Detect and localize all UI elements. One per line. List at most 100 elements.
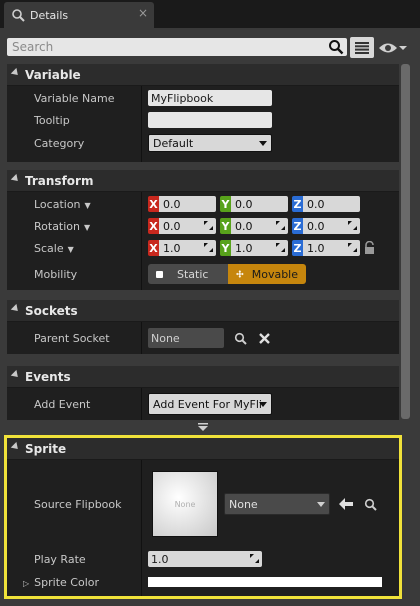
tab-bar: Details × <box>0 0 420 28</box>
axis-y-tag: Y <box>220 218 231 234</box>
static-icon <box>156 270 163 278</box>
category-sprite: Sprite Source Flipbook None None Play Ra… <box>4 435 402 599</box>
dropdown-arrow-icon <box>317 502 325 507</box>
category-header-sprite[interactable]: Sprite <box>7 438 399 460</box>
mobility-toggle: Static Movable <box>148 264 306 284</box>
category-title: Sockets <box>25 303 78 318</box>
parent-socket-field[interactable]: None <box>148 328 224 348</box>
tab-title: Details <box>30 8 69 22</box>
category-events: Events Add Event Add Event For MyFli <box>7 366 399 420</box>
category-transform: Transform Location ▼ X 0.0 Y 0.0 Z 0.0 Rotat… <box>7 170 399 290</box>
row-parent-socket: Parent Socket None <box>7 322 399 354</box>
tooltip-label: Tooltip <box>34 113 70 127</box>
axis-x-tag: X <box>148 240 159 256</box>
location-z-field[interactable]: 0.0 <box>303 196 360 212</box>
expand-arrow-icon: ▷ <box>23 578 30 588</box>
dropdown-arrow-icon <box>259 141 267 146</box>
category-dropdown[interactable]: Default <box>148 134 272 152</box>
details-panel: Variable Variable Name MyFlipbook Toolti… <box>0 28 420 606</box>
spin-icon <box>204 221 213 230</box>
search-box[interactable] <box>7 38 347 56</box>
add-event-value: Add Event For MyFli <box>153 397 262 411</box>
scale-label[interactable]: Scale ▼ <box>34 242 74 255</box>
location-label[interactable]: Location ▼ <box>34 198 91 211</box>
axis-z-tag: Z <box>292 240 303 256</box>
search-input[interactable] <box>7 38 317 56</box>
variable-name-label: Variable Name <box>34 91 115 105</box>
scale-y-field[interactable]: 1.0 <box>231 240 288 256</box>
scrollbar-thumb[interactable] <box>401 64 410 419</box>
row-location: Location ▼ X 0.0 Y 0.0 Z 0.0 <box>7 193 399 215</box>
property-matrix-button[interactable] <box>350 37 374 58</box>
row-sprite-color: ▷ Sprite Color <box>7 570 399 594</box>
rotation-z-field[interactable]: 0.0 <box>303 218 360 234</box>
mobility-movable-option[interactable]: Movable <box>228 264 306 284</box>
tooltip-field[interactable] <box>148 112 272 128</box>
category-header-sockets[interactable]: Sockets <box>7 300 399 322</box>
row-variable-name: Variable Name MyFlipbook <box>7 87 399 109</box>
play-rate-field[interactable]: 1.0 <box>148 551 262 567</box>
rotation-label[interactable]: Rotation ▼ <box>34 220 90 233</box>
row-tooltip: Tooltip <box>7 109 399 131</box>
add-event-label: Add Event <box>34 397 91 411</box>
variable-name-field[interactable]: MyFlipbook <box>148 90 272 106</box>
row-source-flipbook: Source Flipbook None None <box>7 460 399 548</box>
category-header-variable[interactable]: Variable <box>7 64 399 86</box>
category-title: Variable <box>25 67 81 82</box>
collapse-arrow-icon <box>10 303 21 314</box>
category-label: Category <box>34 136 85 150</box>
flipbook-thumbnail[interactable]: None <box>152 471 218 537</box>
source-flipbook-value: None <box>229 497 258 511</box>
axis-x-tag: X <box>148 218 159 234</box>
axis-z-tag: Z <box>292 196 303 212</box>
axis-x-tag: X <box>148 196 159 212</box>
category-sockets: Sockets Parent Socket None <box>7 300 399 354</box>
clear-icon[interactable] <box>256 330 272 346</box>
category-header-events[interactable]: Events <box>7 366 399 388</box>
rotation-x-field[interactable]: 0.0 <box>159 218 216 234</box>
axis-z-tag: Z <box>292 218 303 234</box>
expand-down-icon <box>198 422 208 431</box>
browse-search-icon[interactable] <box>362 496 378 512</box>
collapse-arrow-icon <box>10 67 21 78</box>
scale-x-field[interactable]: 1.0 <box>159 240 216 256</box>
dropdown-arrow-icon <box>259 402 267 407</box>
axis-y-tag: Y <box>220 196 231 212</box>
category-header-transform[interactable]: Transform <box>7 170 399 192</box>
mobility-label: Mobility <box>34 267 78 281</box>
close-icon[interactable]: × <box>138 6 148 20</box>
lock-icon[interactable] <box>364 241 376 255</box>
row-mobility: Mobility Static Movable <box>7 259 399 289</box>
collapse-arrow-icon <box>10 173 21 184</box>
sprite-color-swatch[interactable] <box>148 577 382 587</box>
tab-details[interactable]: Details × <box>4 2 154 28</box>
parent-socket-label: Parent Socket <box>34 331 110 345</box>
play-rate-label: Play Rate <box>34 552 86 566</box>
collapse-arrow-icon <box>10 441 21 452</box>
properties-list: Variable Variable Name MyFlipbook Toolti… <box>4 64 402 599</box>
view-options-button[interactable] <box>378 39 412 57</box>
row-scale: Scale ▼ X 1.0 Y 1.0 Z 1.0 <box>7 237 399 259</box>
rotation-y-field[interactable]: 0.0 <box>231 218 288 234</box>
source-flipbook-label: Source Flipbook <box>34 497 122 511</box>
source-flipbook-dropdown[interactable]: None <box>224 493 330 515</box>
scale-z-field[interactable]: 1.0 <box>303 240 360 256</box>
chevron-down-icon <box>399 46 407 50</box>
scrollbar[interactable] <box>401 64 410 419</box>
category-title: Transform <box>25 173 94 188</box>
spin-icon <box>276 221 285 230</box>
advanced-expand-arrow[interactable] <box>7 420 399 434</box>
use-selected-arrow-icon[interactable] <box>338 496 354 512</box>
sprite-color-label[interactable]: ▷ Sprite Color <box>23 576 99 589</box>
add-event-dropdown[interactable]: Add Event For MyFli <box>148 393 272 415</box>
move-icon <box>236 270 244 278</box>
mobility-static-option[interactable]: Static <box>148 264 228 284</box>
details-icon <box>10 7 26 23</box>
location-x-field[interactable]: 0.0 <box>159 196 216 212</box>
eye-icon <box>379 43 397 53</box>
search-icon[interactable] <box>327 38 345 56</box>
category-value: Default <box>153 136 194 150</box>
spin-icon <box>276 243 285 252</box>
location-y-field[interactable]: 0.0 <box>231 196 288 212</box>
search-icon[interactable] <box>232 330 248 346</box>
